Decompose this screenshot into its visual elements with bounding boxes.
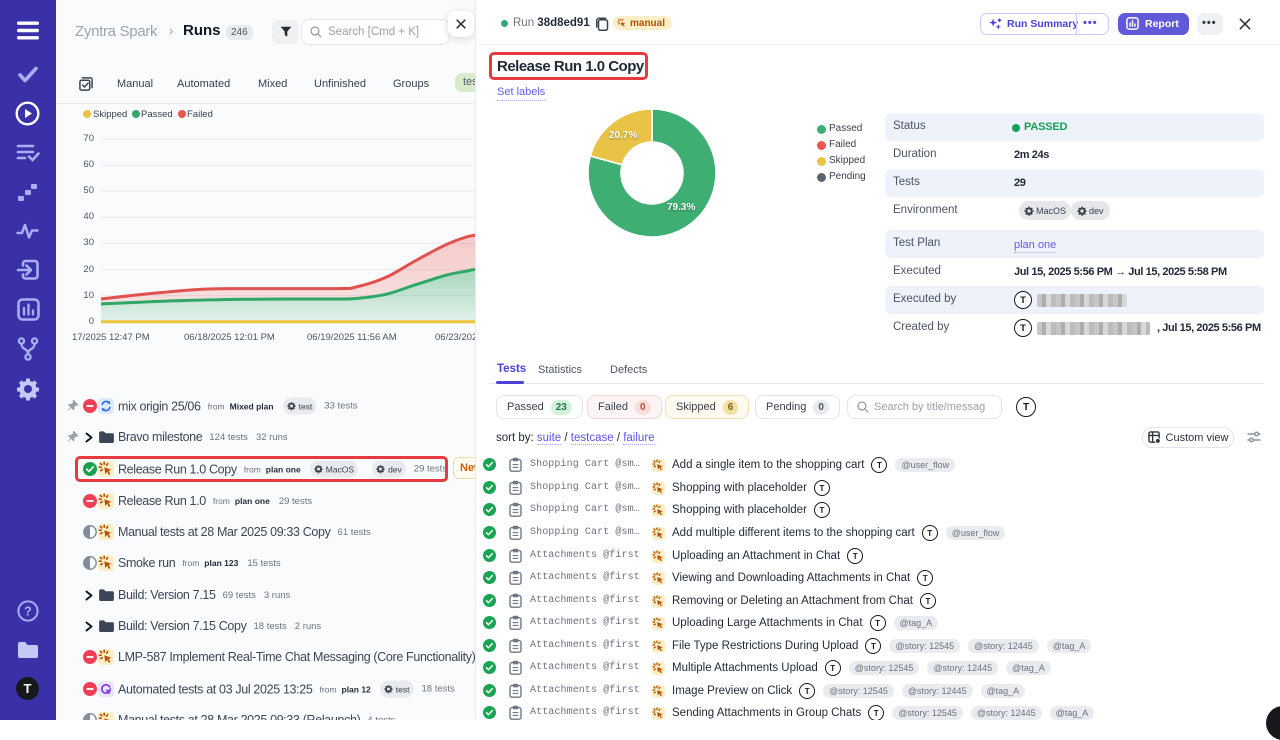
svg-text:?: ? [24, 605, 32, 619]
